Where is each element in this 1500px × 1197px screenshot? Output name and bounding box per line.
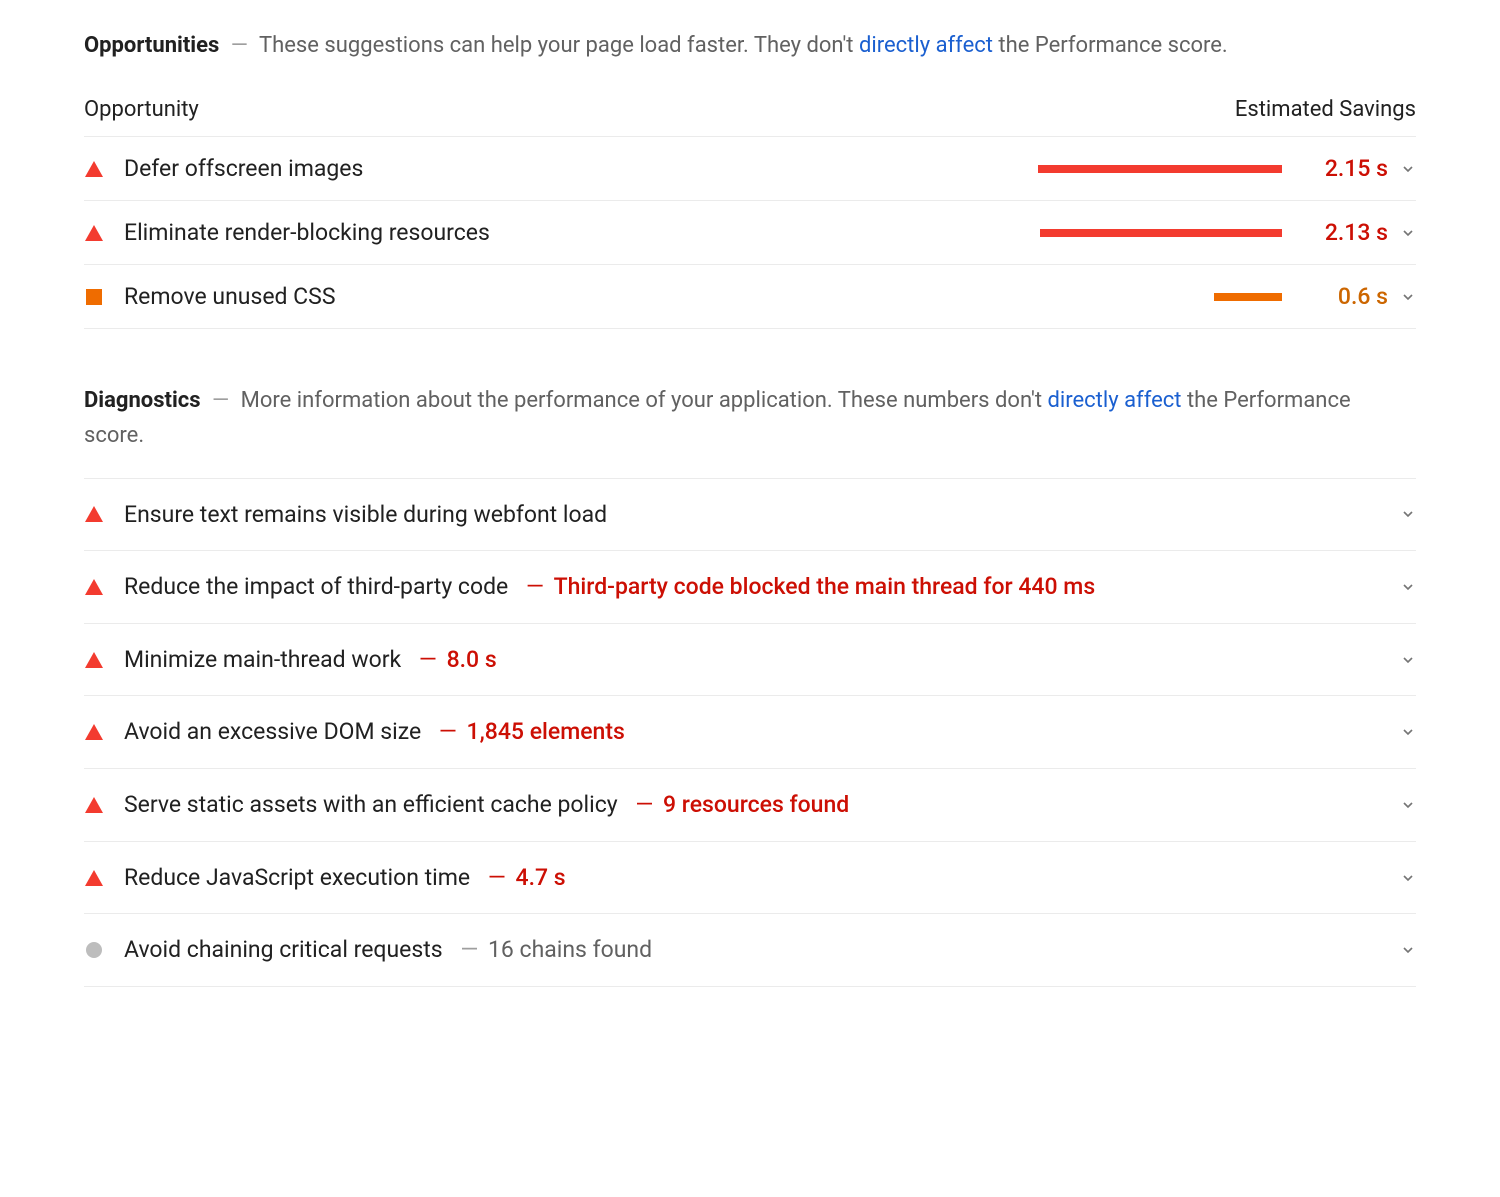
diagnostic-detail: 9 resources found bbox=[663, 791, 849, 818]
info-circle-icon bbox=[84, 942, 104, 958]
diagnostic-text: Minimize main-thread work — 8.0 s bbox=[124, 642, 1388, 678]
diagnostic-text: Avoid an excessive DOM size — 1,845 elem… bbox=[124, 714, 1388, 750]
diagnostic-row[interactable]: Reduce JavaScript execution time — 4.7 s bbox=[84, 842, 1416, 915]
dash-separator: — bbox=[482, 864, 511, 891]
opportunities-link[interactable]: directly affect bbox=[859, 33, 993, 58]
savings-bar-col bbox=[664, 165, 1298, 173]
savings-bar-col bbox=[664, 293, 1298, 301]
diagnostic-row[interactable]: Serve static assets with an efficient ca… bbox=[84, 769, 1416, 842]
diagnostic-label: Minimize main-thread work bbox=[124, 646, 401, 673]
chevron-down-icon[interactable] bbox=[1388, 579, 1416, 595]
diagnostic-label: Ensure text remains visible during webfo… bbox=[124, 501, 607, 528]
fail-triangle-icon bbox=[84, 579, 104, 595]
dash-separator: — bbox=[231, 33, 248, 58]
fail-triangle-icon bbox=[84, 506, 104, 522]
opportunities-title: Opportunities bbox=[84, 33, 219, 58]
diagnostic-row[interactable]: Avoid chaining critical requests — 16 ch… bbox=[84, 914, 1416, 987]
diagnostic-detail: 16 chains found bbox=[488, 936, 652, 963]
fail-triangle-icon bbox=[84, 870, 104, 886]
fail-triangle-icon bbox=[84, 797, 104, 813]
diagnostic-detail: 4.7 s bbox=[516, 864, 566, 891]
opportunity-label: Eliminate render-blocking resources bbox=[124, 219, 664, 246]
opportunities-header: Opportunities — These suggestions can he… bbox=[84, 28, 1416, 63]
opportunity-row[interactable]: Remove unused CSS 0.6 s bbox=[84, 265, 1416, 329]
dash-separator: — bbox=[630, 791, 659, 818]
opportunities-desc-after: the Performance score. bbox=[993, 33, 1228, 58]
opportunity-row[interactable]: Eliminate render-blocking resources 2.13 … bbox=[84, 201, 1416, 265]
fail-triangle-icon bbox=[84, 724, 104, 740]
diagnostic-row[interactable]: Reduce the impact of third-party code — … bbox=[84, 551, 1416, 624]
diagnostic-row[interactable]: Avoid an excessive DOM size — 1,845 elem… bbox=[84, 696, 1416, 769]
diagnostics-desc-before: More information about the performance o… bbox=[241, 388, 1048, 413]
opportunity-row[interactable]: Defer offscreen images 2.15 s bbox=[84, 137, 1416, 201]
diagnostic-row[interactable]: Minimize main-thread work — 8.0 s bbox=[84, 624, 1416, 697]
chevron-down-icon[interactable] bbox=[1388, 289, 1416, 305]
diagnostic-text: Serve static assets with an efficient ca… bbox=[124, 787, 1388, 823]
chevron-down-icon[interactable] bbox=[1388, 870, 1416, 886]
col-savings: Estimated Savings bbox=[1235, 97, 1416, 122]
diagnostics-list: Ensure text remains visible during webfo… bbox=[84, 478, 1416, 987]
opportunities-table-header: Opportunity Estimated Savings bbox=[84, 87, 1416, 137]
fail-triangle-icon bbox=[84, 225, 104, 241]
diagnostic-detail: 8.0 s bbox=[447, 646, 497, 673]
chevron-down-icon[interactable] bbox=[1388, 797, 1416, 813]
chevron-down-icon[interactable] bbox=[1388, 161, 1416, 177]
chevron-down-icon[interactable] bbox=[1388, 506, 1416, 522]
diagnostic-label: Reduce the impact of third-party code bbox=[124, 573, 508, 600]
diagnostics-link[interactable]: directly affect bbox=[1047, 388, 1181, 413]
dash-separator: — bbox=[413, 646, 442, 673]
savings-bar bbox=[1038, 165, 1282, 173]
diagnostic-text: Ensure text remains visible during webfo… bbox=[124, 497, 1388, 533]
savings-bar-col bbox=[664, 229, 1298, 237]
diagnostic-row[interactable]: Ensure text remains visible during webfo… bbox=[84, 478, 1416, 552]
opportunities-desc-before: These suggestions can help your page loa… bbox=[259, 33, 859, 58]
dash-separator: — bbox=[433, 718, 462, 745]
dash-separator: — bbox=[520, 573, 549, 600]
diagnostic-label: Avoid chaining critical requests bbox=[124, 936, 443, 963]
diagnostics-header: Diagnostics — More information about the… bbox=[84, 383, 1416, 453]
savings-value: 2.15 s bbox=[1298, 155, 1388, 182]
savings-bar bbox=[1214, 293, 1282, 301]
fail-triangle-icon bbox=[84, 652, 104, 668]
diagnostic-detail: 1,845 elements bbox=[467, 718, 625, 745]
opportunity-label: Defer offscreen images bbox=[124, 155, 664, 182]
dash-separator: — bbox=[212, 388, 229, 413]
diagnostic-label: Serve static assets with an efficient ca… bbox=[124, 791, 618, 818]
chevron-down-icon[interactable] bbox=[1388, 724, 1416, 740]
fail-triangle-icon bbox=[84, 161, 104, 177]
diagnostics-title: Diagnostics bbox=[84, 388, 201, 413]
dash-separator: — bbox=[455, 936, 484, 963]
diagnostic-text: Reduce the impact of third-party code — … bbox=[124, 569, 1388, 605]
diagnostic-label: Avoid an excessive DOM size bbox=[124, 718, 421, 745]
savings-value: 2.13 s bbox=[1298, 219, 1388, 246]
chevron-down-icon[interactable] bbox=[1388, 225, 1416, 241]
chevron-down-icon[interactable] bbox=[1388, 942, 1416, 958]
diagnostic-text: Avoid chaining critical requests — 16 ch… bbox=[124, 932, 1388, 968]
opportunity-label: Remove unused CSS bbox=[124, 283, 664, 310]
diagnostic-label: Reduce JavaScript execution time bbox=[124, 864, 470, 891]
diagnostic-detail: Third-party code blocked the main thread… bbox=[554, 573, 1096, 600]
chevron-down-icon[interactable] bbox=[1388, 652, 1416, 668]
diagnostic-text: Reduce JavaScript execution time — 4.7 s bbox=[124, 860, 1388, 896]
opportunities-list: Defer offscreen images 2.15 s Eliminate re… bbox=[84, 137, 1416, 329]
warn-square-icon bbox=[84, 289, 104, 305]
col-opportunity: Opportunity bbox=[84, 97, 199, 122]
savings-value: 0.6 s bbox=[1298, 283, 1388, 310]
savings-bar bbox=[1040, 229, 1282, 237]
